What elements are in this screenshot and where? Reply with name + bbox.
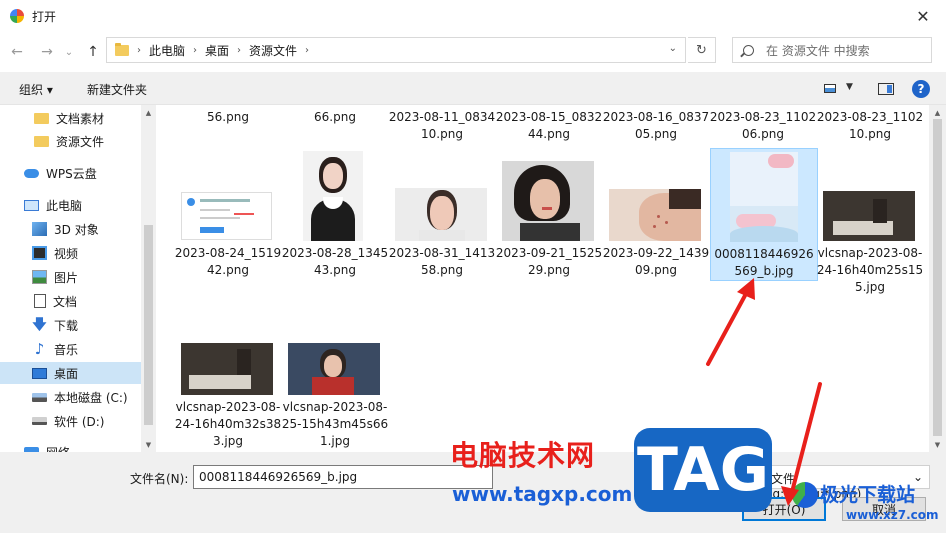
- annotation-arrow: [781, 382, 822, 506]
- annotation-arrow: [706, 278, 755, 366]
- annotation-arrows: [706, 278, 822, 506]
